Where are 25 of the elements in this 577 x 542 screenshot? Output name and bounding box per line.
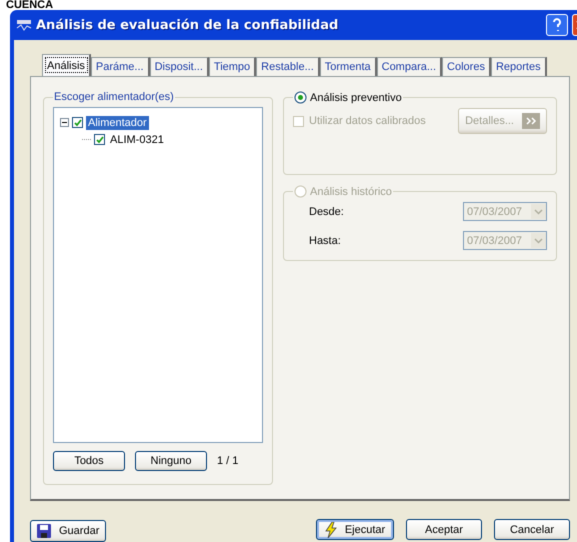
tab[interactable]: Tiempo — [208, 57, 256, 76]
tab[interactable]: Reportes — [490, 57, 547, 76]
run-button[interactable]: Ejecutar — [316, 519, 394, 540]
tab[interactable]: Análisis — [42, 54, 91, 76]
save-button[interactable]: Guardar — [30, 520, 106, 542]
tab[interactable]: Compara... — [376, 57, 442, 76]
select-button[interactable]: Todos — [53, 451, 125, 471]
feeder-count: 1 / 1 — [217, 455, 238, 467]
dialog-button[interactable]: Cancelar — [494, 519, 570, 540]
field-label: Desde: — [309, 206, 344, 218]
window-title: Análisis de evaluación de la confiabilidad — [36, 18, 340, 32]
background-text: CUENCA — [5, 0, 54, 10]
dialog-button[interactable]: Aceptar — [406, 519, 482, 540]
select-button[interactable]: Ninguno — [135, 451, 207, 471]
group-title: Escoger alimentador(es) — [54, 91, 174, 103]
tree-item[interactable]: ALIM-0321 — [108, 132, 166, 146]
tab[interactable]: Colores — [442, 57, 491, 76]
feeder-tree[interactable]: Alimentador ALIM-0321 — [53, 107, 263, 443]
tab[interactable]: Restable... — [256, 57, 320, 76]
tree-item[interactable]: Alimentador — [86, 116, 149, 130]
field-label: Hasta: — [309, 234, 341, 246]
tab[interactable]: Tormenta — [320, 57, 377, 76]
radio-label[interactable]: Análisis preventivo — [310, 92, 402, 104]
tab[interactable]: Disposit... — [150, 57, 209, 76]
tab[interactable]: Paráme... — [90, 57, 150, 76]
